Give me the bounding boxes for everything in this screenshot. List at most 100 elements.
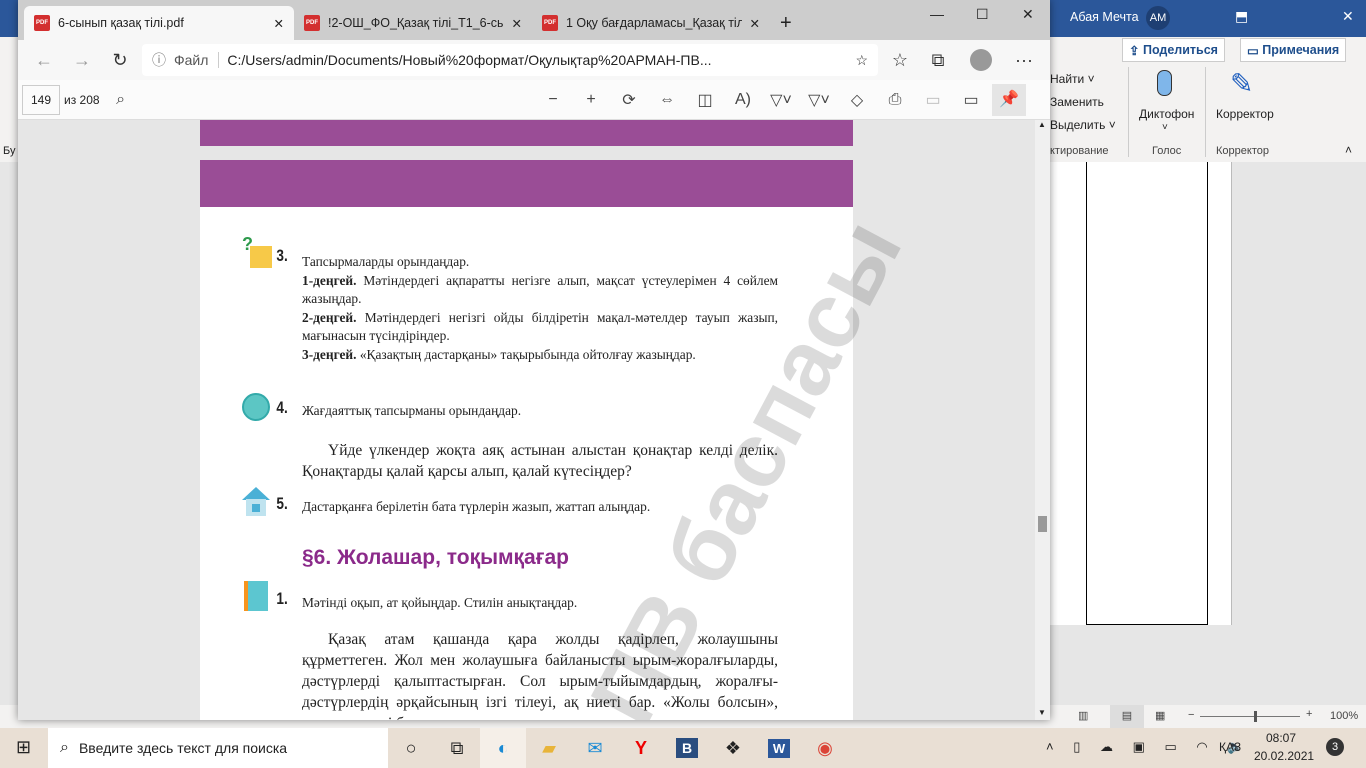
edge-app-icon[interactable]: ◐ bbox=[480, 728, 526, 768]
address-bar[interactable]: ⓘ Файл C:/Users/admin/Documents/Новый%20… bbox=[142, 44, 878, 76]
more-icon[interactable]: ··· bbox=[1008, 50, 1040, 71]
level-text: «Қазақтың дастарқаны» тақырыбында ойтолғ… bbox=[356, 346, 696, 362]
avatar[interactable]: AM bbox=[1146, 6, 1170, 30]
read-aloud-icon[interactable]: A) bbox=[726, 91, 760, 109]
fit-page-icon[interactable]: ⇔ bbox=[650, 91, 684, 109]
pdf-toolbar: 149 из 208 ⌕ − + ⟳ ⇔ ◫ A) ▽˅ ▽˅ ◇ ⎙ ▭ ▭ … bbox=[18, 80, 1050, 120]
task-body: Қазақ атам қашанда қара жолды қадірлеп, … bbox=[302, 631, 778, 720]
editor-pen-icon: ✎ bbox=[1230, 68, 1254, 99]
web-layout-icon[interactable]: ▦ bbox=[1155, 709, 1165, 722]
favorites-icon[interactable]: ☆ bbox=[884, 50, 916, 71]
pin-toolbar-icon[interactable]: 📌 bbox=[992, 83, 1026, 116]
task-view-icon[interactable]: ⧉ bbox=[434, 728, 480, 768]
collections-icon[interactable]: ⧉ bbox=[922, 50, 954, 71]
search-icon[interactable]: ⌕ bbox=[104, 91, 138, 109]
find-button[interactable]: Найти ˅ bbox=[1050, 72, 1095, 86]
page-view-icon[interactable]: ◫ bbox=[688, 90, 722, 110]
close-icon[interactable]: ✕ bbox=[1342, 8, 1354, 25]
erase-icon[interactable]: ◇ bbox=[840, 90, 874, 110]
tab-title: 1 Оқу бағдарламасы_Қазақ тілі bbox=[566, 16, 742, 30]
task-number: 5. bbox=[276, 494, 288, 513]
zoom-out-icon[interactable]: − bbox=[536, 91, 570, 109]
scroll-thumb[interactable] bbox=[1038, 516, 1047, 532]
share-button[interactable]: ⇪ Поделиться bbox=[1122, 38, 1225, 62]
tab-pdf-3[interactable]: PDF 1 Оқу бағдарламасы_Қазақ тілі ✕ bbox=[532, 6, 770, 40]
collapse-ribbon-icon[interactable]: ˄ bbox=[1345, 143, 1352, 157]
tab-pdf-1[interactable]: PDF 6-сынып қазақ тілі.pdf ✕ bbox=[24, 6, 294, 40]
previous-page-bottom bbox=[200, 120, 853, 146]
yandex-icon[interactable]: Y bbox=[618, 728, 664, 768]
replace-button[interactable]: Заменить bbox=[1050, 95, 1104, 109]
maximize-icon[interactable]: ☐ bbox=[976, 6, 989, 23]
close-tab-icon[interactable]: ✕ bbox=[512, 16, 522, 31]
level-label: 3-деңгей. bbox=[302, 346, 357, 362]
section-title: §6. Жолашар, тоқымқағар bbox=[302, 546, 569, 569]
task-number: 3. bbox=[276, 246, 288, 265]
draw-icon[interactable]: ▽˅ bbox=[764, 90, 798, 110]
zoom-slider[interactable] bbox=[1200, 716, 1300, 717]
editor-button[interactable]: Корректор bbox=[1216, 107, 1274, 121]
tab-pdf-2[interactable]: PDF !2-ОШ_ФО_Қазақ тілі_Т1_6-сынып ✕ bbox=[294, 6, 532, 40]
level-text: Мәтіндердегі ақпаратты негізге алып, мақ… bbox=[302, 272, 778, 307]
close-tab-icon[interactable]: ✕ bbox=[274, 16, 284, 31]
pdf-icon: PDF bbox=[34, 15, 50, 31]
url-text: C:/Users/admin/Documents/Новый%20формат/… bbox=[227, 52, 712, 68]
new-tab-button[interactable]: + bbox=[770, 6, 806, 40]
taskbar-search[interactable]: ⌕ Введите здесь текст для поиска bbox=[48, 728, 388, 768]
home-icon bbox=[242, 487, 270, 517]
cortana-icon[interactable]: ○ bbox=[388, 728, 434, 768]
group-editing: ктирование bbox=[1050, 145, 1109, 157]
language-indicator[interactable]: ҚАЗ bbox=[1219, 740, 1241, 754]
zoom-in-icon[interactable]: + bbox=[574, 91, 608, 109]
search-placeholder: Введите здесь текст для поиска bbox=[78, 740, 288, 756]
mail-icon[interactable]: ✉ bbox=[572, 728, 618, 768]
select-button[interactable]: Выделить ˅ bbox=[1050, 118, 1116, 132]
clock-date[interactable]: 20.02.2021 bbox=[1254, 749, 1314, 763]
save-as-icon[interactable]: ▭ bbox=[954, 90, 988, 110]
highlight-icon[interactable]: ▽˅ bbox=[802, 90, 836, 110]
scroll-up-icon[interactable]: ▲ bbox=[1038, 120, 1046, 129]
forward-icon[interactable]: → bbox=[66, 50, 98, 71]
file-explorer-icon[interactable]: ▰ bbox=[526, 728, 572, 768]
add-favorite-icon[interactable]: ☆ bbox=[855, 52, 868, 69]
tab-title: !2-ОШ_ФО_Қазақ тілі_Т1_6-сынып bbox=[328, 16, 504, 30]
zoom-level[interactable]: 100% bbox=[1330, 710, 1358, 722]
tab-title: 6-сынып қазақ тілі.pdf bbox=[58, 16, 184, 30]
share-label: Поделиться bbox=[1142, 43, 1218, 57]
task-title: Дастарқанға берілетін бата түрлерін жазы… bbox=[302, 499, 651, 514]
comments-button[interactable]: ▭ Примечания bbox=[1240, 38, 1347, 62]
rotate-icon[interactable]: ⟳ bbox=[612, 90, 646, 110]
print-layout-icon[interactable]: ▤ bbox=[1110, 705, 1144, 728]
clipboard-group-label: Бу bbox=[3, 145, 16, 157]
clock-time[interactable]: 08:07 bbox=[1266, 731, 1296, 745]
task-number: 1. bbox=[276, 589, 288, 608]
page-total: из 208 bbox=[64, 92, 100, 107]
windows-start-icon[interactable]: ⊞ bbox=[16, 737, 31, 758]
scroll-down-icon[interactable]: ▼ bbox=[1038, 708, 1046, 717]
group-voice: Голос bbox=[1152, 145, 1182, 157]
read-mode-icon[interactable]: ▥ bbox=[1078, 709, 1088, 722]
word-app-icon[interactable]: W bbox=[756, 728, 802, 768]
dropbox-icon[interactable]: ❖ bbox=[710, 728, 756, 768]
notification-center-badge[interactable]: 3 bbox=[1326, 738, 1344, 756]
zoom-slider-thumb[interactable] bbox=[1254, 711, 1257, 722]
pdf-viewer[interactable]: ПВ баспасы ? 3. Тапсырмаларды орындаңдар… bbox=[18, 120, 1035, 720]
vertical-scrollbar[interactable]: ▲ ▼ bbox=[1035, 120, 1050, 720]
profile-icon[interactable] bbox=[970, 49, 992, 71]
print-icon[interactable]: ⎙ bbox=[878, 91, 912, 109]
ribbon-display-icon[interactable]: ⬒ bbox=[1235, 8, 1248, 25]
minimize-icon[interactable]: — bbox=[930, 6, 944, 22]
dictate-button[interactable]: Диктофон bbox=[1139, 107, 1194, 121]
book-icon bbox=[244, 581, 268, 611]
refresh-icon[interactable]: ↻ bbox=[104, 50, 136, 71]
microphone-icon bbox=[1157, 70, 1172, 96]
back-icon[interactable]: ← bbox=[28, 50, 60, 71]
b-app-icon[interactable]: B bbox=[664, 728, 710, 768]
levels-icon: ? bbox=[242, 234, 272, 268]
pdf-icon: PDF bbox=[542, 15, 558, 31]
page-number-input[interactable]: 149 bbox=[22, 84, 60, 115]
close-tab-icon[interactable]: ✕ bbox=[750, 16, 760, 31]
chrome-icon[interactable]: ◉ bbox=[802, 728, 848, 768]
close-window-icon[interactable]: ✕ bbox=[1022, 6, 1034, 23]
pdf-icon: PDF bbox=[304, 15, 320, 31]
